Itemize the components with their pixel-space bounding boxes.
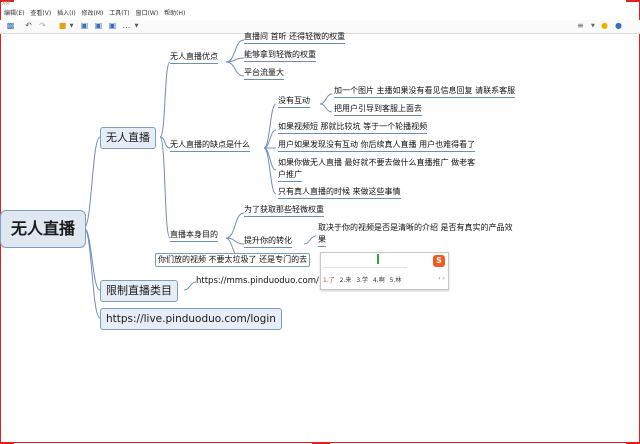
disadvantage-item[interactable]: 只有真人直播的时候 来做这些事情 (278, 186, 401, 199)
advantage-item[interactable]: 直播间 首听 还得轻微的权重 (244, 31, 346, 44)
ime-candidate[interactable]: 1.了 (323, 277, 335, 284)
purpose-sub-item[interactable]: 取决于你的视频是否是清晰的介绍 是否有真实的产品效 (318, 222, 513, 234)
ime-page-arrows[interactable]: ‹ › (438, 275, 445, 282)
root-node[interactable]: 无人直播 (0, 210, 86, 248)
ime-candidate[interactable]: 5.林 (390, 277, 402, 284)
ime-caret (377, 254, 379, 264)
ime-candidate[interactable]: 2.来 (340, 277, 352, 284)
disadvantage-item[interactable]: 如果视频短 那就比较坑 等于一个轮播视频 (278, 121, 428, 134)
disadvantage-item-continued[interactable]: 户推广 (278, 169, 302, 182)
ime-input[interactable] (323, 255, 407, 268)
branch-limit-category[interactable]: 限制直播类目 (100, 280, 178, 302)
disadvantage-item[interactable]: 如果你做无人直播 最好就不要去做什么直播推广 做老客 (278, 157, 475, 169)
purpose-item[interactable]: 提升你的转化 (244, 235, 292, 248)
ime-candidate[interactable]: 4.啊 (373, 277, 385, 284)
purpose-item[interactable]: 为了获取那些轻微权重 (244, 204, 324, 217)
disadvantage-item[interactable]: 用户如果发现没有互动 你后续真人直播 用户也难得看了 (278, 139, 476, 152)
editing-topic-input[interactable]: 你们放的视频 不要太垃圾了 还是专门的去 (155, 253, 311, 267)
no-interaction-item[interactable]: 加一个图片 主播如果没有看见信息回复 请联系客服 (334, 85, 516, 98)
pinduoduo-mms-link[interactable]: https://mms.pinduoduo.com/ (196, 275, 319, 287)
ime-candidates: 1.了 2.来 3.学 4.啊 5.林 (323, 275, 404, 284)
ime-candidate[interactable]: 3.学 (356, 277, 368, 284)
purpose-sub-item-continued[interactable]: 果 (318, 234, 326, 247)
advantage-item[interactable]: 平台流量大 (244, 67, 284, 80)
branch-no-person-live[interactable]: 无人直播 (100, 127, 156, 149)
no-interaction-item[interactable]: 把用户引导到客服上面去 (334, 103, 422, 116)
disadvantages-node[interactable]: 无人直播的缺点是什么 (170, 139, 250, 152)
sogou-logo-icon[interactable]: S (433, 255, 445, 267)
branch-live-link[interactable]: https://live.pinduoduo.com/login (100, 308, 282, 330)
advantages-node[interactable]: 无人直播优点 (170, 51, 218, 64)
purpose-node[interactable]: 直播本身目的 (170, 229, 218, 242)
ime-candidate-window: S 1.了 2.来 3.学 4.啊 5.林 ‹ › (320, 252, 449, 290)
no-interaction-node[interactable]: 没有互动 (278, 95, 310, 108)
advantage-item[interactable]: 能够拿到轻微的权重 (244, 49, 316, 62)
